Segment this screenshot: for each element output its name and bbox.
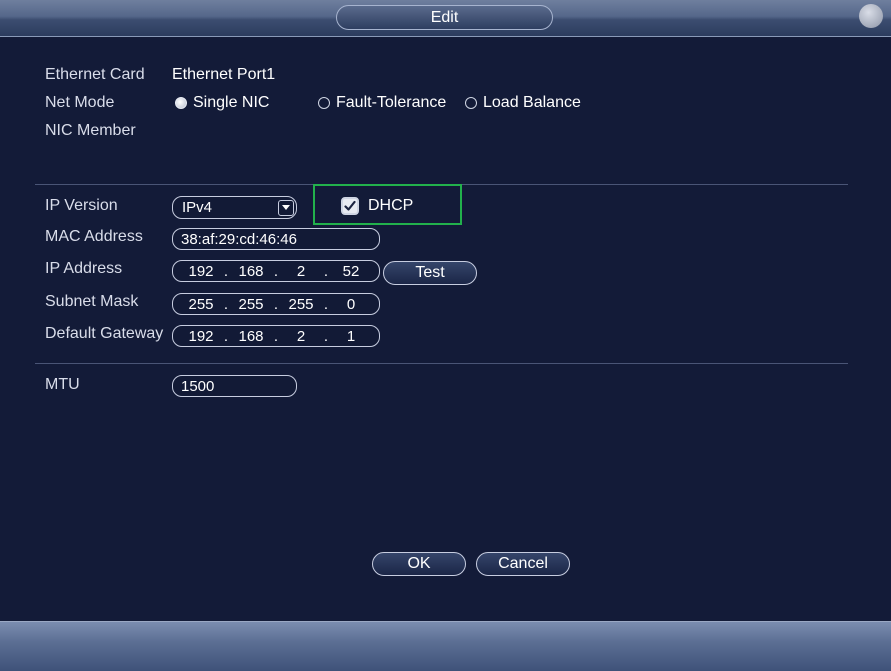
- octet-dot: .: [323, 295, 329, 313]
- radio-selected-icon: [175, 97, 187, 109]
- net-mode-load-balance[interactable]: Load Balance: [465, 94, 581, 112]
- mtu-label: MTU: [45, 376, 80, 393]
- octet-dot: .: [273, 262, 279, 280]
- ip-version-select[interactable]: IPv4: [172, 196, 297, 219]
- ip-octet: 2: [296, 262, 306, 280]
- subnet-octet: 255: [238, 295, 264, 313]
- net-mode-option-label: Single NIC: [193, 94, 270, 111]
- ip-octet: 168: [238, 262, 264, 280]
- octet-dot: .: [273, 327, 279, 345]
- octet-dot: .: [223, 327, 229, 345]
- octet-dot: .: [223, 295, 229, 313]
- gateway-octet: 1: [346, 327, 356, 345]
- divider: [35, 363, 848, 364]
- net-mode-fault-tolerance[interactable]: Fault-Tolerance: [318, 94, 446, 112]
- subnet-octet: 255: [188, 295, 214, 313]
- ethernet-card-value: Ethernet Port1: [172, 66, 276, 83]
- radio-unselected-icon: [465, 97, 477, 109]
- ip-octet: 192: [188, 262, 214, 280]
- cancel-button[interactable]: Cancel: [476, 552, 570, 576]
- subnet-mask-label: Subnet Mask: [45, 293, 139, 310]
- default-gateway-label: Default Gateway: [45, 325, 164, 342]
- ip-octet: 52: [342, 262, 360, 280]
- octet-dot: .: [223, 262, 229, 280]
- radio-unselected-icon: [318, 97, 330, 109]
- subnet-mask-field[interactable]: 255 . 255 . 255 . 0: [172, 293, 380, 315]
- close-icon[interactable]: [859, 4, 883, 28]
- dhcp-label: DHCP: [368, 197, 414, 214]
- ok-button[interactable]: OK: [372, 552, 466, 576]
- gateway-octet: 2: [296, 327, 306, 345]
- default-gateway-field[interactable]: 192 . 168 . 2 . 1: [172, 325, 380, 347]
- mtu-field[interactable]: [172, 375, 297, 397]
- gateway-octet: 192: [188, 327, 214, 345]
- chevron-down-icon[interactable]: [278, 199, 294, 216]
- ip-version-value: IPv4: [182, 199, 213, 216]
- subnet-octet: 0: [346, 295, 356, 313]
- net-mode-option-label: Fault-Tolerance: [336, 94, 447, 111]
- gateway-octet: 168: [238, 327, 264, 345]
- test-button[interactable]: Test: [383, 261, 477, 285]
- net-mode-label: Net Mode: [45, 94, 115, 111]
- footer-bar: [0, 621, 891, 671]
- mac-address-label: MAC Address: [45, 228, 143, 245]
- ip-version-label: IP Version: [45, 197, 118, 214]
- octet-dot: .: [323, 327, 329, 345]
- window-title: Edit: [336, 5, 553, 30]
- dhcp-checkbox[interactable]: [341, 197, 359, 215]
- octet-dot: .: [323, 262, 329, 280]
- subnet-octet: 255: [288, 295, 314, 313]
- mac-address-field[interactable]: [172, 228, 380, 250]
- ip-address-label: IP Address: [45, 260, 123, 277]
- checkmark-icon: [344, 200, 356, 211]
- nic-member-label: NIC Member: [45, 122, 136, 139]
- ip-address-field[interactable]: 192 . 168 . 2 . 52: [172, 260, 380, 282]
- net-mode-option-label: Load Balance: [483, 94, 581, 111]
- net-mode-single-nic[interactable]: Single NIC: [175, 94, 269, 112]
- octet-dot: .: [273, 295, 279, 313]
- ethernet-card-label: Ethernet Card: [45, 66, 145, 83]
- title-bar: Edit: [0, 0, 891, 37]
